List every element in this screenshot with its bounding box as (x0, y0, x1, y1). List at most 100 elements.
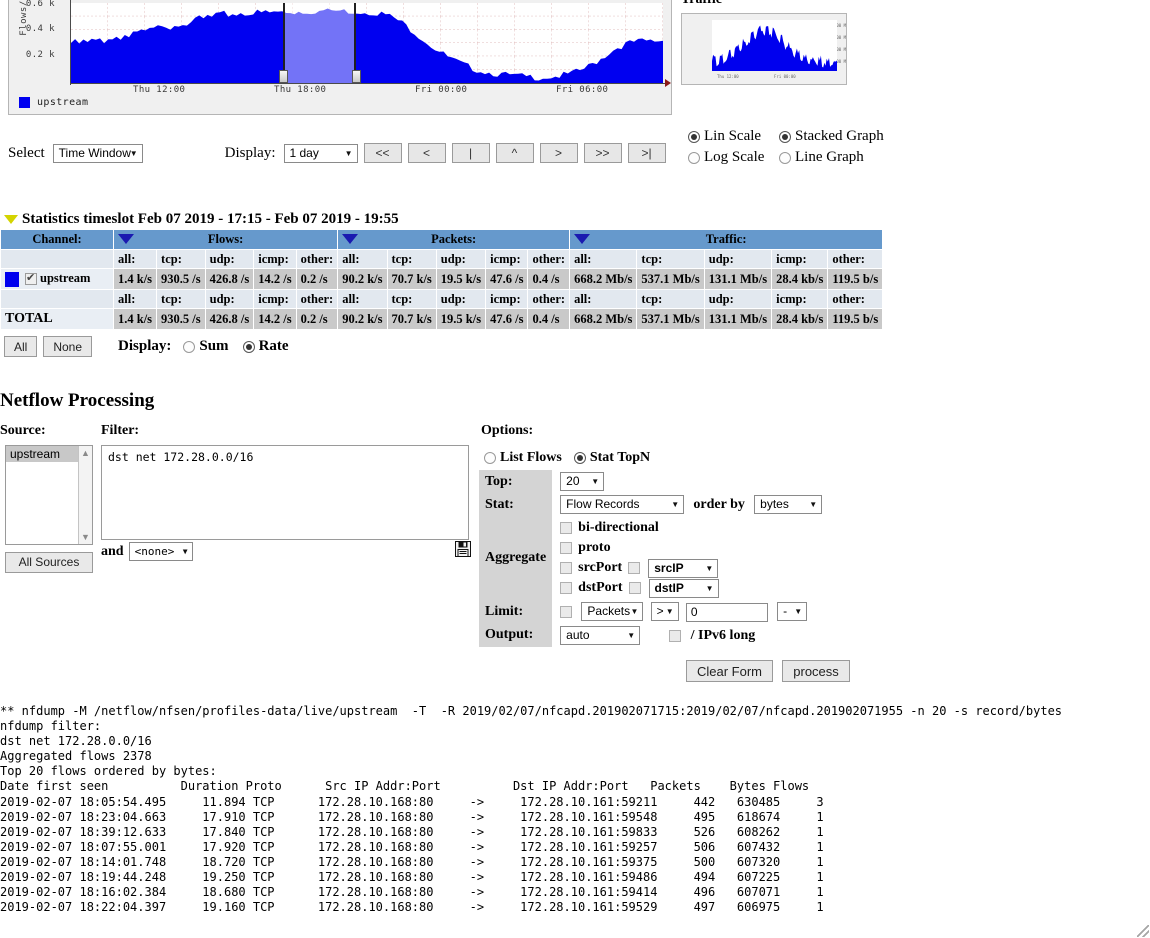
header-packets[interactable]: Packets: (337, 229, 571, 250)
limit-unit-select[interactable]: - (777, 602, 808, 621)
all-sources-button[interactable]: All Sources (5, 552, 93, 573)
sort-flows-icon[interactable] (118, 234, 134, 244)
cell-packets-icmp: 47.6 /s (485, 268, 529, 290)
source-listbox[interactable]: upstream ▲ ▼ (5, 445, 93, 545)
radio-rate[interactable]: Rate (242, 338, 289, 355)
checkbox-bidirectional[interactable] (560, 522, 573, 534)
srcport-label: srcPort (578, 560, 623, 575)
traffic-thumbnail-graph[interactable]: 800 M 600 M 400 M 200 M Thu 12:00 Fri 00… (681, 13, 847, 85)
total-flows-all: 1.4 k/s (112, 308, 158, 330)
total-flows-icmp: 14.2 /s (253, 308, 297, 330)
radio-log-scale[interactable]: Log Scale (688, 149, 779, 166)
radio-stacked-graph[interactable]: Stacked Graph (779, 128, 884, 145)
radio-lin-scale-dot (688, 130, 700, 143)
limit-operator-select[interactable]: > (650, 602, 679, 621)
select-all-button[interactable]: All (4, 336, 38, 357)
flow-row: 2019-02-07 18:19:44.248 19.250 TCP 172.2… (0, 870, 824, 885)
process-button[interactable]: process (782, 660, 850, 682)
sub-packets-other: other: (527, 249, 571, 269)
filter-resize-handle[interactable] (1137, 925, 1149, 937)
filter-textarea[interactable]: dst net 172.28.0.0/16 (101, 445, 469, 540)
sort-traffic-icon[interactable] (574, 234, 591, 244)
radio-list-flows[interactable]: List Flows (484, 450, 562, 466)
limit-value-input[interactable]: 0 (685, 602, 768, 622)
top-select[interactable]: 20 (560, 472, 605, 491)
checkbox-proto-row[interactable]: proto (560, 538, 822, 558)
checkbox-srcip[interactable] (628, 562, 641, 574)
cell-packets-other: 0.4 /s (527, 268, 571, 290)
flow-row: 2019-02-07 18:23:04.663 17.910 TCP 172.2… (0, 809, 824, 824)
graph-plot-area[interactable] (71, 3, 663, 83)
saved-filter-select[interactable]: <none> (128, 542, 193, 561)
selection-handle-left[interactable] (279, 70, 288, 83)
radio-stacked-graph-label: Stacked Graph (795, 128, 884, 144)
statistics-title-row[interactable]: Statistics timeslot Feb 07 2019 - 17:15 … (4, 211, 399, 228)
sub2-packets-udp: udp: (435, 289, 487, 309)
selection-handle-right[interactable] (352, 70, 361, 83)
header-traffic[interactable]: Traffic: (569, 229, 884, 250)
subheader-spacer-2 (0, 289, 114, 309)
srcip-select[interactable]: srcIP (648, 558, 719, 578)
radio-list-flows-dot (484, 452, 496, 464)
checkbox-srcport[interactable] (560, 562, 573, 574)
options-row-output: Output: auto / IPv6 long (479, 623, 822, 647)
checkbox-limit[interactable] (560, 606, 573, 619)
cell-traffic-tcp: 537.1 Mb/s (636, 268, 705, 290)
stat-select[interactable]: Flow Records (560, 495, 685, 514)
traffic-panel-title: Traffic (681, 0, 851, 8)
checkbox-dstip[interactable] (628, 582, 641, 594)
scroll-down-icon[interactable]: ▼ (79, 532, 92, 542)
nav-up-button[interactable]: ^ (495, 143, 534, 163)
source-scrollbar[interactable]: ▲ ▼ (78, 446, 92, 544)
checkbox-dstport[interactable] (560, 582, 573, 594)
channel-checkbox[interactable] (25, 271, 37, 286)
top-value-cell: 20 (552, 470, 822, 493)
sub2-flows-all: all: (112, 289, 158, 309)
nav-next-button[interactable]: > (539, 143, 578, 163)
sub-traffic-other: other: (827, 249, 884, 269)
options-table: Top: 20 Stat: Flow Records order by byte… (479, 470, 823, 647)
channel-selection-row: All None Display: Sum Rate (4, 336, 289, 357)
sub2-traffic-icmp: icmp: (771, 289, 829, 309)
radio-list-flows-label: List Flows (500, 450, 562, 465)
main-flow-graph[interactable]: Flows/ 0.6 k 0.4 k 0.2 k Thu 12:00 Thu 1… (8, 0, 672, 115)
time-window-select[interactable]: Time Window (52, 143, 143, 163)
header-flows[interactable]: Flows: (112, 229, 339, 250)
display-period-select[interactable]: 1 day (283, 143, 358, 163)
clear-form-button[interactable]: Clear Form (686, 660, 774, 682)
radio-rate-label: Rate (258, 338, 289, 354)
sub-traffic-udp: udp: (703, 249, 773, 269)
output-value-cell: auto / IPv6 long (552, 624, 822, 647)
sub2-traffic-tcp: tcp: (636, 289, 705, 309)
nav-last-button[interactable]: >| (627, 143, 666, 163)
nav-center-button[interactable]: | (451, 143, 490, 163)
radio-lin-scale[interactable]: Lin Scale (688, 128, 779, 145)
table-subheader-row-bottom: all: tcp: udp: icmp: other: all: tcp: ud… (0, 289, 884, 309)
total-flows-other: 0.2 /s (295, 308, 339, 330)
checkbox-ipv6-long[interactable] (669, 629, 682, 642)
nav-forward-button[interactable]: >> (583, 143, 622, 163)
scroll-up-icon[interactable]: ▲ (79, 448, 92, 458)
collapse-triangle-icon[interactable] (4, 215, 18, 224)
radio-sum[interactable]: Sum (183, 338, 229, 355)
checkbox-bidirectional-row[interactable]: bi-directional (560, 518, 822, 538)
sort-packets-icon[interactable] (342, 234, 359, 244)
save-filter-icon[interactable] (455, 541, 471, 557)
nav-prev-button[interactable]: < (407, 143, 446, 163)
limit-metric-select[interactable]: Packets (581, 602, 644, 621)
total-packets-tcp: 70.7 k/s (386, 308, 437, 330)
graph-time-selection[interactable] (283, 3, 356, 83)
radio-stat-topn[interactable]: Stat TopN (573, 450, 650, 466)
output-format-select[interactable]: auto (560, 625, 641, 645)
nav-first-button[interactable]: << (363, 143, 402, 163)
radio-line-graph[interactable]: Line Graph (779, 149, 864, 166)
graph-x-tick-2: Fri 00:00 (415, 85, 468, 95)
order-by-select[interactable]: bytes (754, 495, 823, 514)
channel-cell-upstream[interactable]: upstream (0, 268, 114, 290)
select-none-button[interactable]: None (43, 336, 93, 357)
checkbox-proto[interactable] (560, 542, 573, 554)
dstip-select[interactable]: dstIP (648, 578, 719, 598)
header-packets-label: Packets: (431, 232, 477, 246)
total-flows-tcp: 930.5 /s (156, 308, 206, 330)
table-subheader-row-top: all: tcp: udp: icmp: other: all: tcp: ud… (0, 249, 884, 269)
